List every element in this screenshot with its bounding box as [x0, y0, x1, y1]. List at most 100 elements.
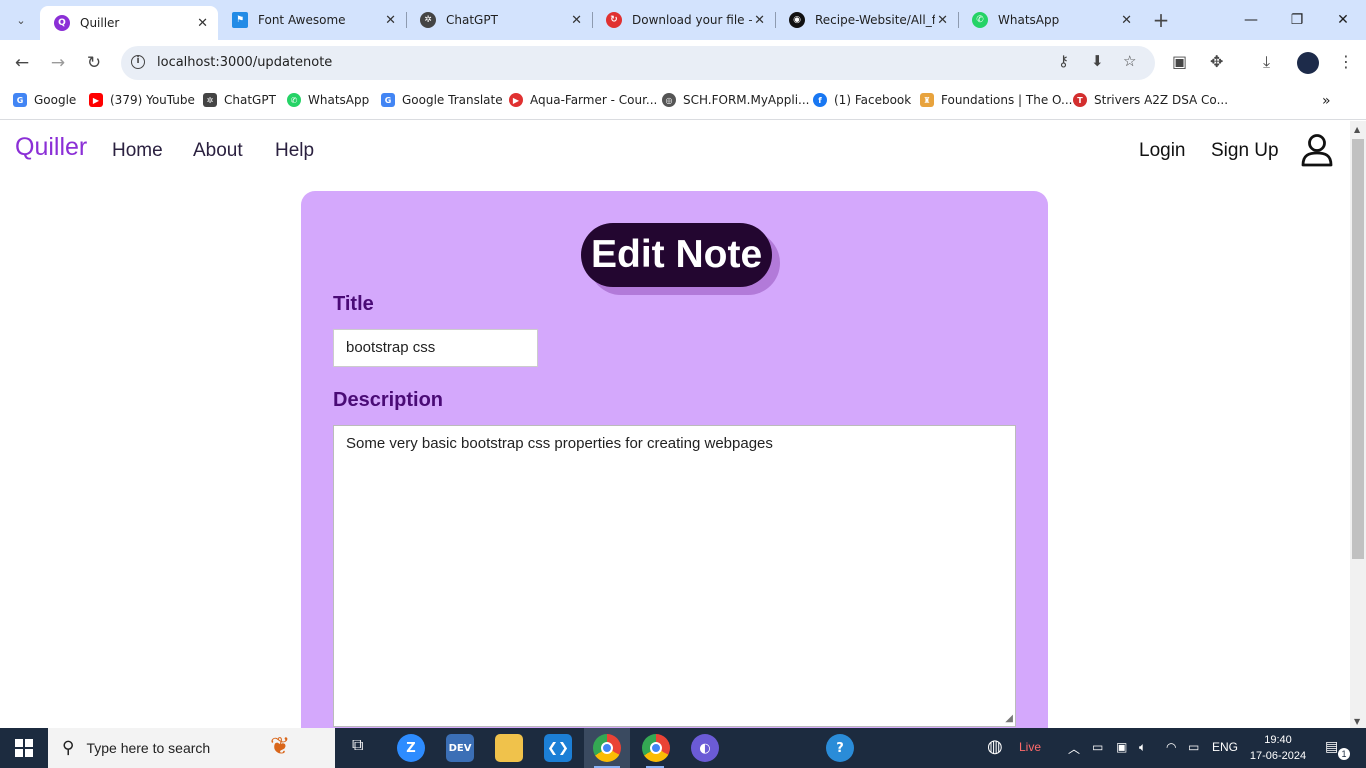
bookmark-chatgpt[interactable]: ✲ ChatGPT — [203, 93, 276, 107]
bookmark-strivers[interactable]: T Strivers A2Z DSA Co... — [1073, 93, 1228, 107]
forward-arrow-icon[interactable]: → — [43, 48, 73, 78]
back-arrow-icon[interactable]: ← — [7, 48, 37, 78]
tab-label: WhatsApp — [998, 13, 1060, 27]
vscode-icon[interactable]: ❮❯ — [544, 734, 572, 762]
bookmark-sch-form[interactable]: ◎ SCH.FORM.MyAppli... — [662, 93, 810, 107]
bookmark-google[interactable]: G Google — [13, 93, 76, 107]
tab-label: Download your file – — [632, 13, 752, 27]
bookmark-label: Aqua-Farmer - Cour... — [530, 93, 658, 107]
quiller-icon: Q — [54, 15, 70, 31]
browser-tab-bar: ⌄ Q Quiller ✕ ⚑ Font Awesome ✕ ✲ ChatGPT… — [0, 0, 1366, 40]
language-indicator[interactable]: ENG — [1212, 740, 1238, 754]
bookmark-label: WhatsApp — [308, 93, 370, 107]
bookmark-label: (1) Facebook — [834, 93, 912, 107]
whatsapp-icon: ✆ — [972, 12, 988, 28]
bookmark-aqua-farmer[interactable]: ▶ Aqua-Farmer - Cour... — [509, 93, 657, 107]
weather-live-label[interactable]: Live — [1019, 740, 1041, 754]
tuf-icon: T — [1073, 93, 1087, 107]
signup-link[interactable]: Sign Up — [1211, 140, 1279, 162]
bookmark-foundations[interactable]: ♜ Foundations | The O... — [920, 93, 1072, 107]
moon-app-icon[interactable]: ◐ — [691, 734, 719, 762]
downloads-icon[interactable]: ⤓ — [1263, 52, 1270, 72]
title-label: Title — [333, 293, 374, 315]
play-icon: ▶ — [509, 93, 523, 107]
wifi-icon[interactable]: ◠ — [1166, 740, 1176, 754]
windows-start-icon[interactable] — [0, 728, 48, 768]
extensions-puzzle-icon[interactable]: ✥ — [1210, 52, 1223, 71]
tab-search-chevron-icon[interactable]: ⌄ — [6, 5, 36, 35]
search-placeholder: Type here to search — [86, 740, 211, 756]
page-scrollbar[interactable]: ▲ ▼ — [1350, 121, 1366, 728]
extension-card-icon[interactable]: ▣ — [1172, 52, 1187, 71]
show-hidden-icons-icon[interactable]: ︿ — [1068, 740, 1080, 757]
nav-link-about[interactable]: About — [193, 140, 243, 162]
system-clock[interactable]: 19:40 17-06-2024 — [1248, 732, 1308, 764]
nav-link-help[interactable]: Help — [275, 140, 314, 162]
butterfly-icon: ❦ — [270, 732, 291, 760]
minimize-window-icon[interactable]: — — [1228, 0, 1274, 40]
dev-app-icon[interactable]: DEV — [446, 734, 474, 762]
tab-font-awesome[interactable]: ⚑ Font Awesome ✕ — [218, 0, 406, 40]
site-info-icon[interactable]: i — [131, 55, 145, 69]
bookmark-google-translate[interactable]: G Google Translate — [381, 93, 503, 107]
more-bookmarks-chevron-icon[interactable]: » — [1322, 93, 1331, 109]
description-text: Some very basic bootstrap css properties… — [346, 435, 773, 452]
bookmarks-bar: G Google ▶ (379) YouTube ✲ ChatGPT ✆ WhatsAp… — [0, 86, 1366, 120]
profile-avatar-icon[interactable] — [1297, 52, 1319, 74]
app-navbar: Quiller Home About Help Login Sign Up — [0, 121, 1350, 181]
description-textarea[interactable]: Some very basic bootstrap css properties… — [333, 425, 1016, 727]
tab-download-file[interactable]: ↻ Download your file – ✕ — [592, 0, 775, 40]
tab-chatgpt[interactable]: ✲ ChatGPT ✕ — [406, 0, 592, 40]
bookmark-star-icon[interactable]: ☆ — [1123, 52, 1136, 70]
tab-github-recipe[interactable]: ◉ Recipe-Website/All_f ✕ — [775, 0, 958, 40]
taskbar-search-box[interactable]: ⚲ Type here to search ❦ — [48, 728, 335, 768]
flag-icon: ⚑ — [232, 12, 248, 28]
clock-time: 19:40 — [1264, 734, 1292, 746]
display-icon[interactable]: ▣ — [1116, 740, 1127, 754]
chrome-icon[interactable] — [593, 734, 621, 762]
scroll-down-arrow-icon[interactable]: ▼ — [1354, 717, 1360, 726]
task-view-icon[interactable]: ⧉ — [352, 737, 363, 755]
scrollbar-thumb[interactable] — [1352, 139, 1364, 559]
scroll-up-arrow-icon[interactable]: ▲ — [1354, 125, 1360, 134]
close-tab-icon[interactable]: ✕ — [754, 13, 765, 28]
brand-logo[interactable]: Quiller — [15, 133, 87, 162]
login-link[interactable]: Login — [1139, 140, 1186, 162]
bookmark-whatsapp[interactable]: ✆ WhatsApp — [287, 93, 369, 107]
resize-grip-icon[interactable]: ◢ — [1005, 713, 1013, 724]
meet-now-icon[interactable]: ▭ — [1092, 740, 1103, 754]
bookmark-youtube[interactable]: ▶ (379) YouTube — [89, 93, 195, 107]
nav-link-home[interactable]: Home — [112, 140, 163, 162]
new-tab-plus-icon[interactable]: + — [1146, 5, 1176, 35]
close-window-icon[interactable]: ✕ — [1320, 0, 1366, 40]
reload-icon[interactable]: ↻ — [79, 48, 109, 78]
title-input[interactable]: bootstrap css — [333, 329, 538, 367]
zoom-app-icon[interactable]: Z — [397, 734, 425, 762]
address-bar[interactable]: i localhost:3000/updatenote ⚷ ⬇ ☆ — [121, 46, 1155, 80]
close-tab-icon[interactable]: ✕ — [385, 13, 396, 28]
url-text[interactable]: localhost:3000/updatenote — [157, 55, 332, 70]
tab-whatsapp[interactable]: ✆ WhatsApp ✕ — [958, 0, 1142, 40]
restore-window-icon[interactable]: ❐ — [1274, 0, 1320, 40]
install-app-icon[interactable]: ⬇ — [1091, 52, 1104, 70]
close-tab-icon[interactable]: ✕ — [197, 16, 208, 31]
browser-menu-icon[interactable]: ⋮ — [1338, 52, 1354, 71]
bookmark-label: Foundations | The O... — [941, 93, 1073, 107]
file-explorer-icon[interactable] — [495, 734, 523, 762]
password-key-icon[interactable]: ⚷ — [1058, 52, 1069, 70]
close-tab-icon[interactable]: ✕ — [937, 13, 948, 28]
bookmark-facebook[interactable]: f (1) Facebook — [813, 93, 911, 107]
help-app-icon[interactable]: ? — [826, 734, 854, 762]
tab-label: ChatGPT — [446, 13, 498, 27]
close-tab-icon[interactable]: ✕ — [1121, 13, 1132, 28]
bookmark-label: ChatGPT — [224, 93, 276, 107]
close-tab-icon[interactable]: ✕ — [571, 13, 582, 28]
weather-icon[interactable]: ◍ — [987, 736, 1003, 757]
tab-label: Recipe-Website/All_f — [815, 13, 935, 27]
battery-icon[interactable]: ▭ — [1188, 740, 1199, 754]
chrome-profile-icon[interactable] — [642, 734, 670, 762]
volume-icon[interactable]: 🔈︎ — [1139, 740, 1146, 755]
tab-quiller[interactable]: Q Quiller ✕ — [40, 6, 218, 40]
user-profile-icon[interactable] — [1301, 133, 1333, 167]
notifications-icon[interactable]: ▤ — [1325, 738, 1338, 755]
